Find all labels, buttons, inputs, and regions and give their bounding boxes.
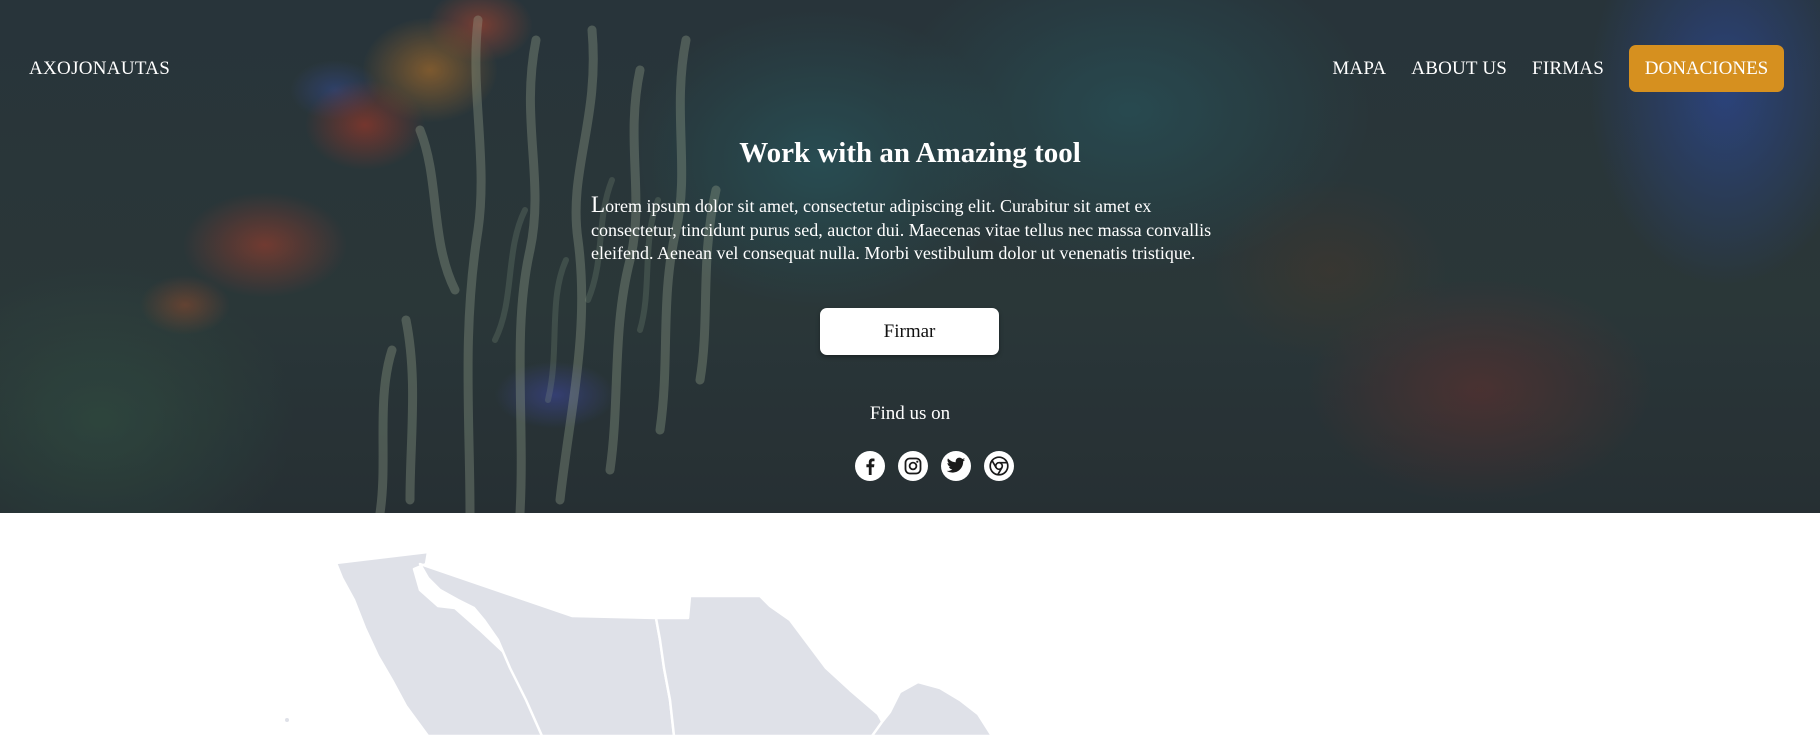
map-svg <box>285 550 994 736</box>
hero-description-text: orem ipsum dolor sit amet, consectetur a… <box>591 196 1212 263</box>
facebook-icon[interactable] <box>855 451 885 481</box>
find-us-label: Find us on <box>869 403 951 424</box>
sign-button[interactable]: Firmar <box>820 308 999 355</box>
map-region-chihuahua[interactable] <box>654 594 892 736</box>
social-links <box>855 451 1027 481</box>
nav-item-firmas[interactable]: FIRMAS <box>1532 58 1604 80</box>
hero-section: AXOJONAUTAS MAPA ABOUT US FIRMAS DONACIO… <box>0 0 1820 513</box>
hero-title: Work with an Amazing tool <box>739 137 1081 169</box>
main-nav: MAPA ABOUT US FIRMAS DONACIONES <box>1332 45 1784 92</box>
nav-item-mapa[interactable]: MAPA <box>1332 58 1386 80</box>
twitter-icon[interactable] <box>941 451 971 481</box>
hero-drop-letter: L <box>591 192 606 217</box>
map-region-coahuila[interactable] <box>870 680 994 736</box>
mexico-map <box>0 513 1820 736</box>
instagram-icon[interactable] <box>898 451 928 481</box>
donate-button[interactable]: DONACIONES <box>1629 45 1784 92</box>
hero-description: Lorem ipsum dolor sit amet, consectetur … <box>591 193 1227 266</box>
brand-logo[interactable]: AXOJONAUTAS <box>29 58 170 80</box>
nav-item-about-us[interactable]: ABOUT US <box>1411 58 1507 80</box>
chrome-icon[interactable] <box>984 451 1014 481</box>
